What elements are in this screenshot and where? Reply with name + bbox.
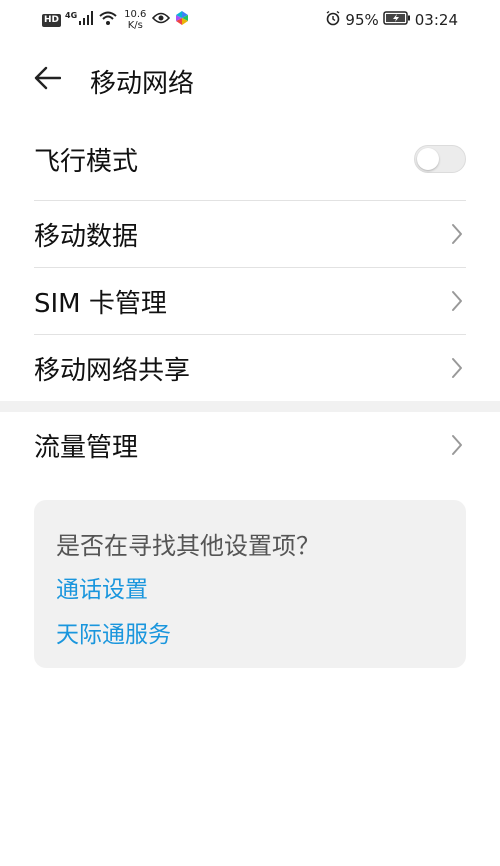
app-notification-icon — [174, 10, 190, 30]
airplane-mode-toggle[interactable] — [414, 145, 466, 173]
status-bar-right: 95% 03:24 — [325, 9, 458, 31]
page-title: 移动网络 — [90, 69, 195, 99]
airplane-mode-label: 飞行模式 — [34, 146, 139, 177]
toggle-knob — [417, 148, 439, 170]
mobile-data-label: 移动数据 — [34, 221, 139, 252]
suggestion-card: 是否在寻找其他设置项？ 通话设置 天际通服务 — [34, 500, 466, 668]
wifi-icon — [98, 10, 118, 30]
chevron-right-icon — [450, 290, 464, 312]
skytone-service-link[interactable]: 天际通服务 — [56, 615, 171, 649]
chevron-right-icon — [450, 357, 464, 379]
mobile-data-row[interactable]: 移动数据 — [34, 201, 466, 267]
call-settings-link[interactable]: 通话设置 — [56, 570, 148, 604]
sim-management-row[interactable]: SIM 卡管理 — [34, 268, 466, 334]
back-arrow-icon — [33, 66, 62, 94]
signal-icon — [78, 11, 94, 29]
network-speed: 10.6 K/s — [124, 9, 146, 31]
clock-time: 03:24 — [414, 11, 458, 29]
data-usage-label: 流量管理 — [34, 432, 139, 463]
data-usage-row[interactable]: 流量管理 — [34, 412, 466, 478]
speed-unit: K/s — [127, 20, 143, 31]
sim-management-label: SIM 卡管理 — [34, 288, 167, 319]
hotspot-label: 移动网络共享 — [34, 355, 191, 386]
app-header: 移动网络 — [0, 50, 500, 110]
speed-value: 10.6 — [124, 9, 147, 20]
network-type: 4G — [65, 10, 78, 20]
chevron-right-icon — [450, 434, 464, 456]
chevron-right-icon — [450, 223, 464, 245]
status-bar-left: HD 4G 10.6 K/s — [42, 9, 190, 31]
battery-percent: 95% — [345, 11, 379, 29]
alarm-icon — [325, 10, 341, 30]
suggestion-title: 是否在寻找其他设置项？ — [56, 532, 320, 560]
airplane-mode-row[interactable]: 飞行模式 — [34, 126, 466, 192]
mobile-network-settings-page: HD 4G 10.6 K/s 95% 03:24 移动网络 飞行模式 移动数据 … — [0, 0, 500, 866]
hd-badge: HD — [42, 13, 62, 27]
battery-charging-icon — [383, 11, 411, 29]
status-bar: HD 4G 10.6 K/s 95% 03:24 — [0, 0, 500, 40]
section-separator — [0, 401, 500, 412]
eye-icon — [152, 11, 171, 29]
back-button[interactable] — [30, 64, 64, 96]
hotspot-row[interactable]: 移动网络共享 — [34, 335, 466, 401]
